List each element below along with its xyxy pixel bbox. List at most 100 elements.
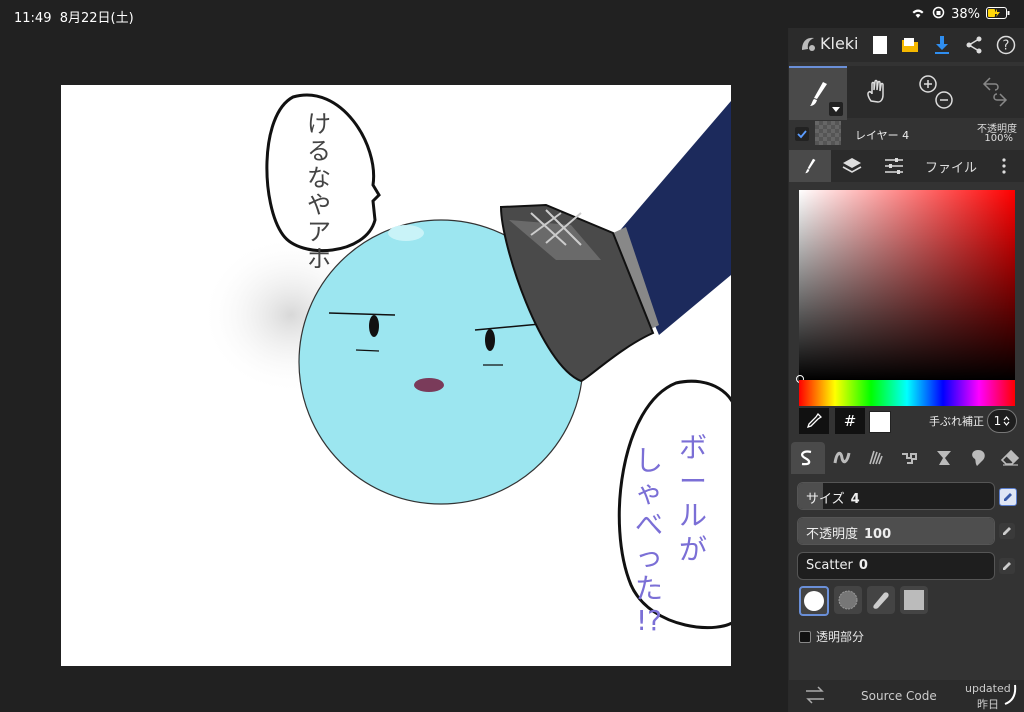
hex-input-button[interactable]: # (835, 408, 865, 434)
undo-redo-buttons (966, 66, 1024, 118)
stabilizer-select[interactable]: 1 (987, 409, 1017, 433)
undo-icon[interactable] (975, 72, 1015, 112)
status-date: 8月22日(土) (59, 11, 134, 26)
size-label: サイズ (806, 492, 845, 507)
square-shape-icon (904, 590, 924, 610)
scatter-pressure-toggle[interactable] (999, 558, 1015, 574)
layer-row[interactable]: レイヤー 4 不透明度 100% (789, 118, 1024, 150)
tab-adjustments[interactable] (873, 150, 915, 182)
bubble-right-char: が (678, 533, 707, 566)
brush-tool-button[interactable] (789, 66, 847, 120)
brush-smudge-button[interactable] (961, 442, 995, 474)
eyedropper-button[interactable] (799, 408, 829, 434)
opacity-slider[interactable]: 不透明度 100 (797, 517, 995, 545)
brush-icon (805, 158, 816, 174)
brush-type-row (789, 442, 1024, 474)
kleki-swirl-icon (1004, 684, 1017, 705)
brush-blend-button[interactable] (825, 442, 859, 474)
eyedropper-icon (806, 413, 822, 429)
circle-shape-icon (804, 591, 824, 611)
layer-opacity-value: 100% (984, 133, 1013, 144)
stabilizer-label: 手ぶれ補正 (929, 415, 984, 428)
layer-name: レイヤー 4 (855, 129, 910, 142)
svg-text:?: ? (1003, 39, 1010, 54)
size-slider[interactable]: サイズ 4 (797, 482, 995, 510)
lock-transparency-checkbox[interactable] (799, 630, 811, 643)
hue-slider[interactable] (799, 380, 1015, 406)
pressure-pen-icon (1003, 562, 1011, 570)
bubble-right-char: べ (634, 508, 663, 541)
share-icon (966, 36, 982, 54)
more-vertical-icon (1002, 158, 1006, 174)
tab-brush[interactable] (789, 150, 831, 182)
stabilizer-value: 1 (993, 414, 1002, 428)
bubble-right-char: ゃ (634, 476, 663, 509)
brush-shape-chalk[interactable] (867, 586, 895, 614)
pressure-pen-icon (1004, 493, 1012, 501)
size-value: 4 (850, 492, 860, 507)
bubble-right-char: !? (635, 604, 663, 637)
tab-file[interactable]: ファイル (915, 150, 987, 182)
help-button[interactable]: ? (995, 34, 1017, 56)
brush-chemy-button[interactable] (927, 442, 961, 474)
tab-layers[interactable] (831, 150, 873, 182)
panel-tabs: ファイル (789, 150, 1024, 182)
brush-shape-square[interactable] (900, 586, 928, 614)
layer-thumbnail (815, 121, 841, 145)
bubble-right-char: ボ (678, 431, 707, 464)
lock-transparency-toggle[interactable]: 透明部分 (799, 628, 864, 645)
more-menu-button[interactable] (989, 150, 1019, 182)
battery-percent: 38% (951, 7, 980, 22)
brush-shape-row (799, 586, 928, 616)
opacity-pressure-toggle[interactable] (999, 523, 1015, 539)
bubble-right-text-col2: しゃべった!? (631, 445, 667, 637)
bubble-left-char: ホ (307, 245, 331, 273)
bubble-right-char: ー (678, 465, 707, 498)
zoom-in-icon[interactable] (916, 72, 956, 112)
new-file-icon (873, 36, 887, 54)
bubble-left-char: や (307, 191, 331, 219)
scatter-slider[interactable]: Scatter 0 (797, 552, 995, 580)
brush-sketchy-button[interactable] (859, 442, 893, 474)
side-panel: Kleki ? レイヤー 4 不透明度 100% ファイル # 手ぶれ補正 1 … (788, 28, 1024, 712)
share-button[interactable] (963, 34, 985, 56)
layers-icon (842, 158, 862, 173)
tool-row (789, 66, 1024, 120)
bubble-right-char: た (634, 572, 663, 605)
pixel-brush-icon (902, 453, 917, 464)
brush-pixel-button[interactable] (893, 442, 927, 474)
brush-pen-button[interactable] (791, 442, 825, 474)
wifi-icon (910, 7, 926, 23)
brush-shape-soft[interactable] (834, 586, 862, 614)
canvas-area[interactable]: けるなやアホ ボールが しゃべった!? (0, 28, 788, 712)
soft-circle-icon (838, 590, 858, 610)
pen-stroke-icon (801, 450, 812, 466)
opacity-label: 不透明度 (806, 527, 859, 542)
eraser-icon (1000, 449, 1020, 466)
source-code-link[interactable]: Source Code (861, 689, 937, 703)
sketchy-brush-icon (869, 450, 883, 465)
swap-side-button[interactable] (805, 686, 825, 707)
scatter-value: 0 (858, 558, 868, 573)
bubble-right-char: っ (634, 540, 663, 573)
brush-eraser-button[interactable] (993, 442, 1024, 474)
drawing-canvas[interactable]: けるなやアホ ボールが しゃべった!? (61, 85, 731, 666)
kleki-logo[interactable]: Kleki (799, 34, 859, 53)
hand-tool-button[interactable] (848, 66, 906, 118)
open-file-button[interactable] (899, 34, 921, 56)
layer-visibility-checkbox[interactable] (795, 127, 809, 141)
brush-dropdown-icon (829, 102, 843, 116)
check-icon (797, 130, 807, 139)
size-pressure-toggle[interactable] (999, 488, 1017, 506)
download-button[interactable] (931, 34, 953, 56)
bubble-left-text: けるなやアホ (299, 111, 339, 273)
folder-icon (902, 38, 918, 52)
current-color-swatch[interactable] (869, 411, 891, 433)
opacity-value: 100 (864, 527, 892, 542)
brush-shape-circle[interactable] (799, 586, 829, 616)
bubble-right-text-col1: ボールが (675, 431, 711, 567)
color-saturation-picker[interactable] (796, 190, 1015, 383)
left-eye (369, 315, 379, 337)
chemy-brush-icon (937, 451, 951, 465)
new-image-button[interactable] (869, 34, 891, 56)
